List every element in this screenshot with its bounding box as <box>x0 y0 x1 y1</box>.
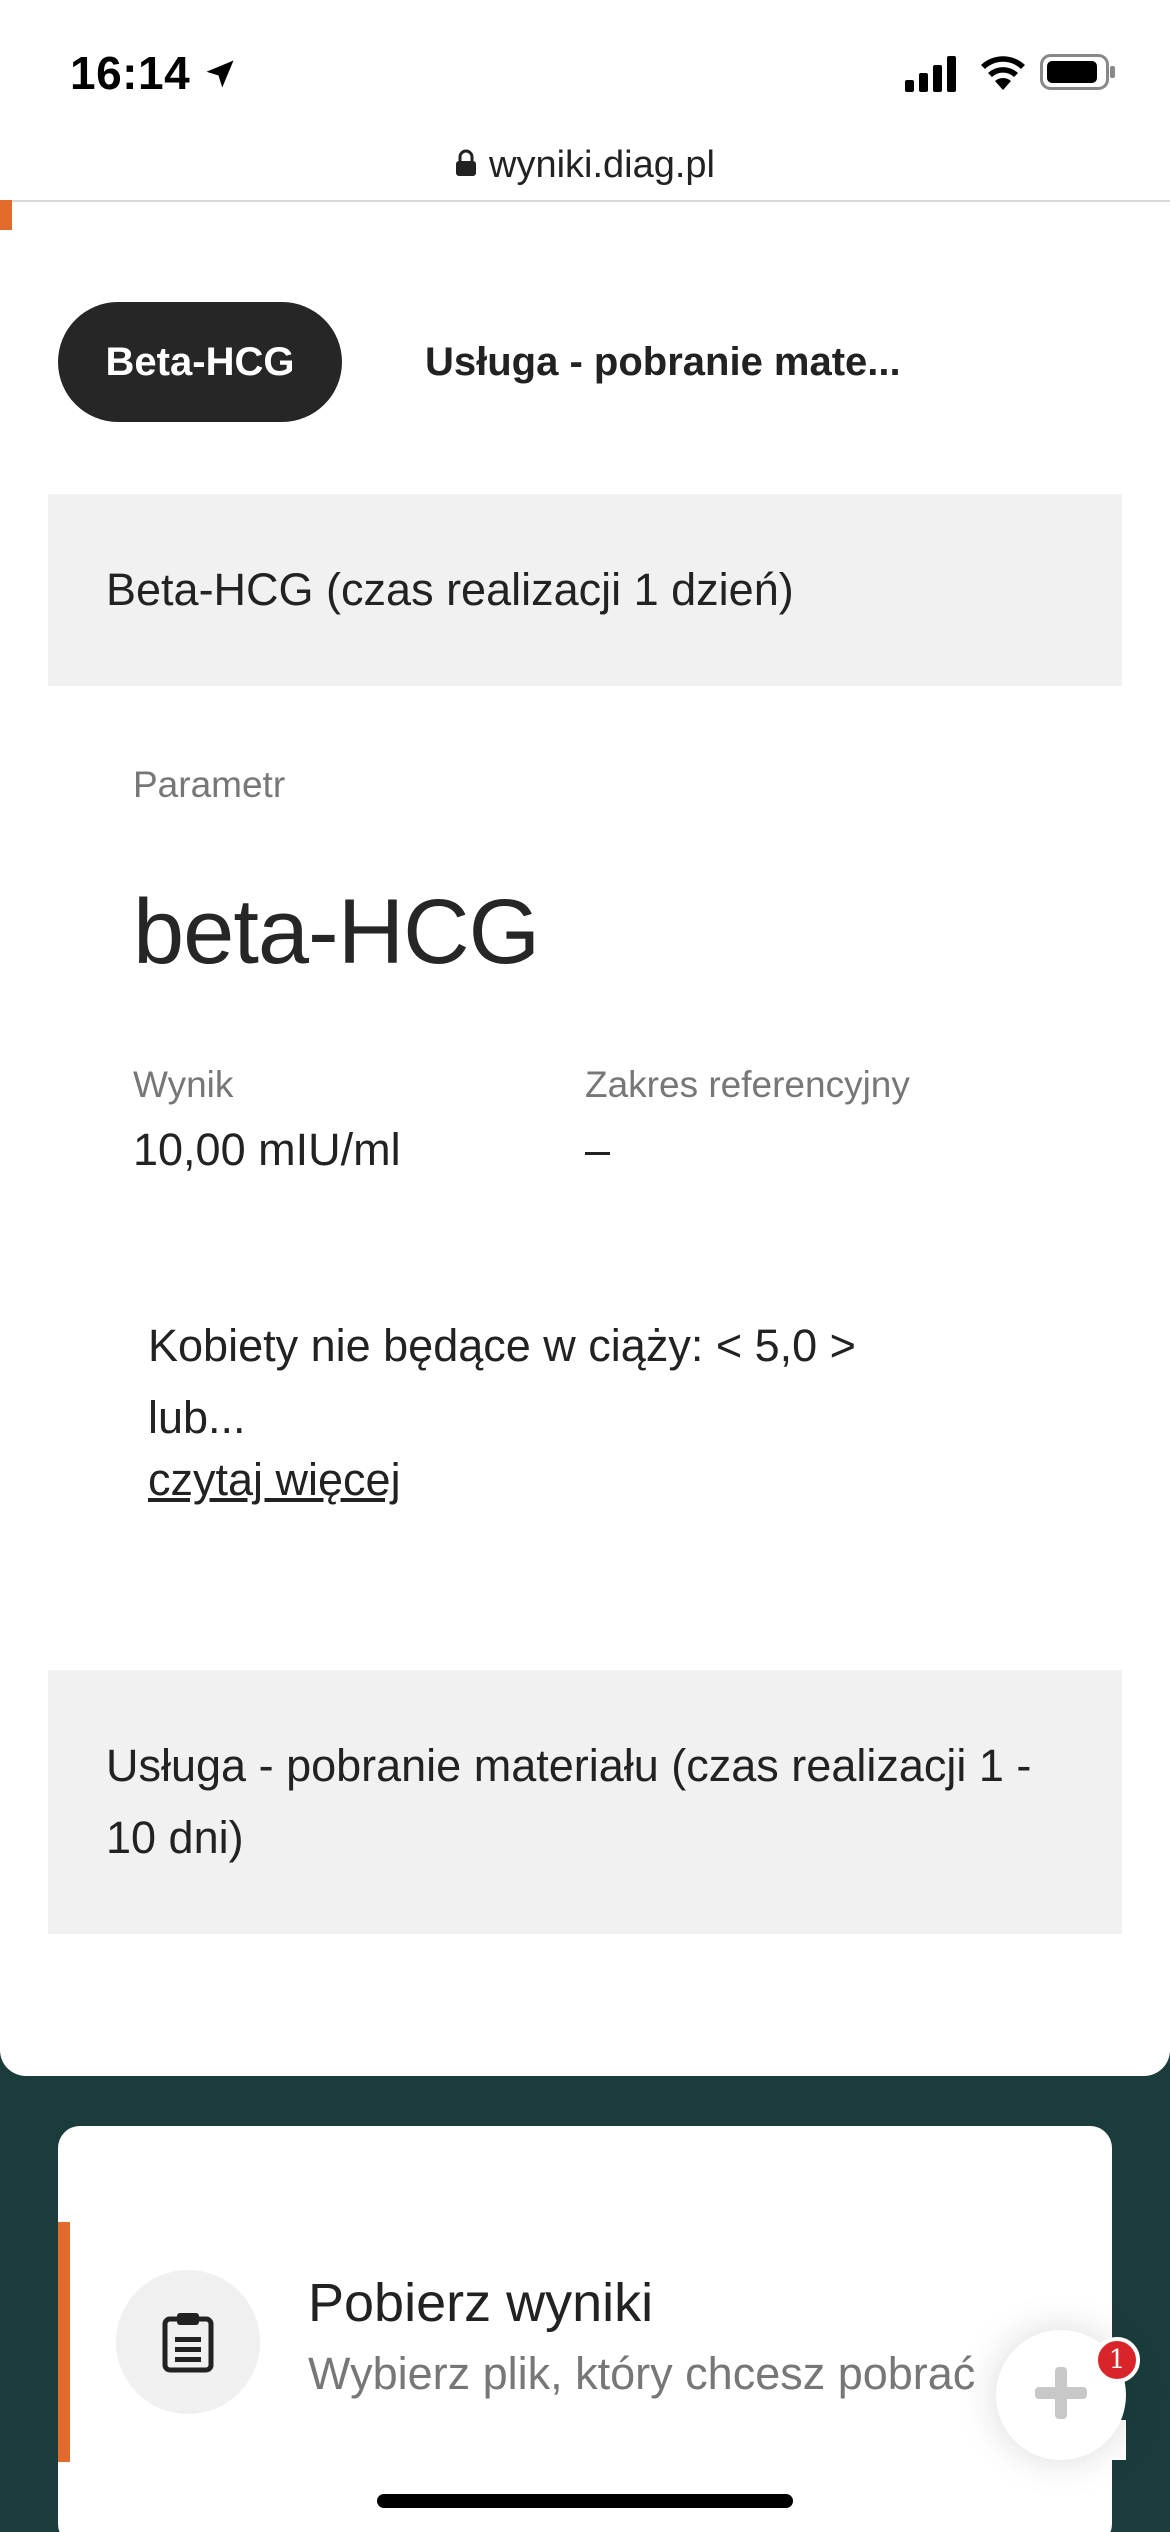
wifi-icon <box>978 52 1028 97</box>
download-title: Pobierz wyniki <box>308 2273 654 2333</box>
reference-range-value: – <box>585 1124 611 1175</box>
reference-range-label: Zakres referencyjny <box>585 1064 910 1105</box>
status-bar: 16:14 <box>0 0 1170 140</box>
param-value: beta-HCG <box>133 881 540 983</box>
notification-badge: 1 <box>1094 2337 1140 2383</box>
accent-strip <box>0 200 12 230</box>
status-time: 16:14 <box>70 47 191 99</box>
section-title: Usługa - pobranie materiału (czas realiz… <box>106 1740 1032 1863</box>
tab-usluga[interactable]: Usługa - pobranie mate... <box>425 302 901 422</box>
result-note: Kobiety nie będące w ciąży: < 5,0 > lub.… <box>148 1320 856 1443</box>
home-indicator[interactable] <box>377 2494 793 2508</box>
url-text: wyniki.diag.pl <box>489 143 715 186</box>
tab-beta-hcg[interactable]: Beta-HCG <box>58 302 342 422</box>
battery-icon <box>1040 54 1116 95</box>
clipboard-icon <box>116 2270 260 2414</box>
result-label: Wynik <box>133 1064 234 1105</box>
result-value: 10,00 mIU/ml <box>133 1124 401 1175</box>
download-subtitle: Wybierz plik, który chcesz pobrać <box>308 2348 976 2399</box>
plus-icon <box>1033 2365 1089 2426</box>
lock-icon <box>455 149 477 182</box>
location-arrow-icon <box>202 56 238 97</box>
accent-strip <box>58 2222 70 2462</box>
section-header-usluga[interactable]: Usługa - pobranie materiału (czas realiz… <box>48 1670 1122 1934</box>
read-more-link[interactable]: czytaj więcej <box>148 1454 401 1506</box>
url-bar[interactable]: wyniki.diag.pl <box>0 130 1170 202</box>
section-title: Beta-HCG (czas realizacji 1 dzień) <box>106 564 794 615</box>
section-header-beta-hcg[interactable]: Beta-HCG (czas realizacji 1 dzień) <box>48 494 1122 686</box>
param-label: Parametr <box>133 764 286 805</box>
signal-icon <box>905 56 959 97</box>
